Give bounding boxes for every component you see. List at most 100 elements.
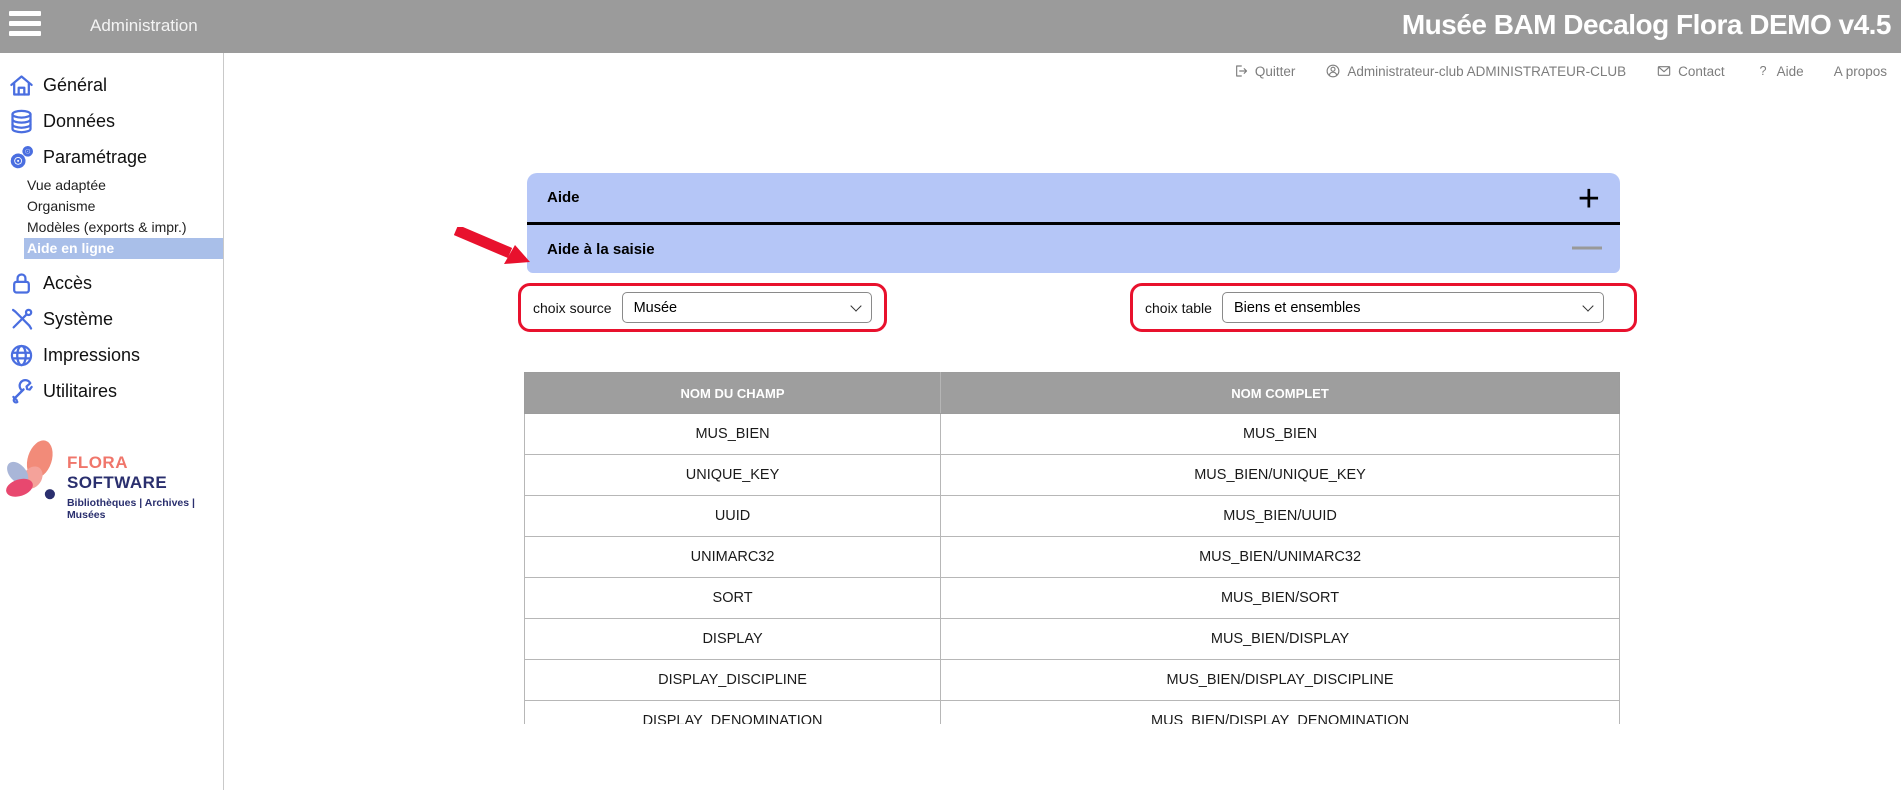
accordion-header-aide-saisie[interactable]: Aide à la saisie — [527,225,1620,273]
table-row[interactable]: UUIDMUS_BIEN/UUID [525,496,1620,537]
table-row[interactable]: MUS_BIENMUS_BIEN [525,414,1620,455]
app-window: Administration Musée BAM Decalog Flora D… [0,0,1901,790]
toolbar-link-quitter[interactable]: Quitter [1233,63,1296,79]
sidebar-item-label: Général [43,75,107,96]
table-row[interactable]: DISPLAYMUS_BIEN/DISPLAY [525,619,1620,660]
sidebar-subitem-vue-adapt-e[interactable]: Vue adaptée [24,175,223,196]
toolbar-link-administrateur-club-administrateur-club[interactable]: Administrateur-club ADMINISTRATEUR-CLUB [1325,63,1626,79]
database-icon [8,108,35,135]
table-cell: UNIMARC32 [525,537,941,578]
table-cell: MUS_BIEN/SORT [941,578,1620,619]
sidebar-item-label: Accès [43,273,92,294]
expand-plus-icon[interactable]: + [1578,175,1600,223]
accordion-title: Aide [527,189,580,206]
sidebar-item-g-n-ral[interactable]: Général [0,67,223,103]
table-cell: SORT [525,578,941,619]
logo-tagline: Bibliothèques | Archives | Musées [67,497,223,521]
table-cell: MUS_BIEN/DISPLAY_DENOMINATION [941,701,1620,725]
hamburger-menu-icon[interactable] [9,11,41,41]
session-toolbar: Quitter Administrateur-club ADMINISTRATEU… [1233,63,1887,79]
table-cell: DISPLAY [525,619,941,660]
table-cell: MUS_BIEN/UNIMARC32 [941,537,1620,578]
brand-title: Musée BAM Decalog Flora DEMO v4.5 [1402,9,1891,41]
table-column-header: NOM COMPLET [941,373,1620,414]
sidebar-item-label: Données [43,111,115,132]
sidebar-item-param-trage[interactable]: Paramétrage [0,139,223,175]
sidebar-item-label: Utilitaires [43,381,117,402]
toolbar-link-a-propos[interactable]: A propos [1834,64,1887,79]
mail-icon [1656,63,1672,79]
sidebar-subitem-mod-les-exports-impr[interactable]: Modèles (exports & impr.) [24,217,223,238]
lock-icon [8,270,35,297]
flora-logo-icon [2,432,61,514]
app-header: Administration Musée BAM Decalog Flora D… [0,0,1901,53]
globe-icon [8,342,35,369]
tools-icon [8,306,35,333]
flora-logo-text: FLORA SOFTWARE Bibliothèques | Archives … [67,453,223,521]
home-icon [8,72,35,99]
collapse-minus-icon[interactable]: — [1572,223,1602,271]
table-row[interactable]: DISPLAY_DISCIPLINEMUS_BIEN/DISPLAY_DISCI… [525,660,1620,701]
table-column-header: NOM DU CHAMP [525,373,941,414]
page-title: Administration [90,16,198,36]
toolbar-link-label: Aide [1777,64,1804,79]
chevron-down-icon [1582,300,1593,311]
choix-source-label: choix source [533,300,612,316]
main-content: Quitter Administrateur-club ADMINISTRATEU… [224,53,1901,790]
table-cell: MUS_BIEN/UUID [941,496,1620,537]
annotation-arrow-icon [454,227,532,267]
sidebar-subnav: Vue adaptéeOrganismeModèles (exports & i… [0,175,223,259]
toolbar-link-contact[interactable]: Contact [1656,63,1725,79]
help-icon: ? [1755,63,1771,79]
fields-table: NOM DU CHAMPNOM COMPLET MUS_BIENMUS_BIEN… [524,372,1620,724]
sidebar-item-syst-me[interactable]: Système [0,301,223,337]
user-icon [1325,63,1341,79]
sidebar-item-acc-s[interactable]: Accès [0,265,223,301]
table-cell: DISPLAY_DENOMINATION [525,701,941,725]
wrench-icon [8,378,35,405]
sidebar-item-label: Paramétrage [43,147,147,168]
sidebar-nav: Général Données Paramétrage Vue adaptéeOrga… [0,67,223,409]
sidebar-item-donn-es[interactable]: Données [0,103,223,139]
choix-source-select[interactable]: Musée [622,292,872,323]
table-cell: MUS_BIEN/UNIQUE_KEY [941,455,1620,496]
table-cell: DISPLAY_DISCIPLINE [525,660,941,701]
table-row[interactable]: UNIQUE_KEYMUS_BIEN/UNIQUE_KEY [525,455,1620,496]
gears-icon [8,144,35,171]
table-cell: UUID [525,496,941,537]
sidebar-item-label: Impressions [43,345,140,366]
sidebar: Général Données Paramétrage Vue adaptéeOrga… [0,53,224,790]
table-row[interactable]: SORTMUS_BIEN/SORT [525,578,1620,619]
sidebar-item-utilitaires[interactable]: Utilitaires [0,373,223,409]
logo-brand-primary: FLORA [67,453,127,472]
toolbar-link-aide[interactable]: ? Aide [1755,63,1804,79]
svg-text:?: ? [1759,64,1766,78]
toolbar-link-label: Contact [1678,64,1725,79]
table-cell: UNIQUE_KEY [525,455,941,496]
logout-icon [1233,63,1249,79]
sidebar-item-label: Système [43,309,113,330]
help-accordion: Aide + Aide à la saisie — [527,173,1620,273]
sidebar-subitem-organisme[interactable]: Organisme [24,196,223,217]
sidebar-subitem-aide-en-ligne[interactable]: Aide en ligne [24,238,223,259]
choix-source-value: Musée [634,300,678,316]
table-row[interactable]: DISPLAY_DENOMINATIONMUS_BIEN/DISPLAY_DEN… [525,701,1620,725]
choix-table-select[interactable]: Biens et ensembles [1222,292,1604,323]
choix-source-group: choix source Musée [518,283,887,332]
chevron-down-icon [850,300,861,311]
table-cell: MUS_BIEN/DISPLAY [941,619,1620,660]
logo-brand-secondary: SOFTWARE [67,473,167,492]
sidebar-item-impressions[interactable]: Impressions [0,337,223,373]
toolbar-link-label: Quitter [1255,64,1296,79]
choix-table-group: choix table Biens et ensembles [1130,283,1637,332]
choix-table-value: Biens et ensembles [1234,300,1361,316]
toolbar-link-label: Administrateur-club ADMINISTRATEUR-CLUB [1347,64,1626,79]
table-row[interactable]: UNIMARC32MUS_BIEN/UNIMARC32 [525,537,1620,578]
toolbar-link-label: A propos [1834,64,1887,79]
choix-table-label: choix table [1145,300,1212,316]
accordion-title: Aide à la saisie [527,241,655,258]
table-cell: MUS_BIEN/DISPLAY_DISCIPLINE [941,660,1620,701]
accordion-header-aide[interactable]: Aide + [527,173,1620,225]
flora-logo: FLORA SOFTWARE Bibliothèques | Archives … [0,425,223,521]
table-cell: MUS_BIEN [525,414,941,455]
